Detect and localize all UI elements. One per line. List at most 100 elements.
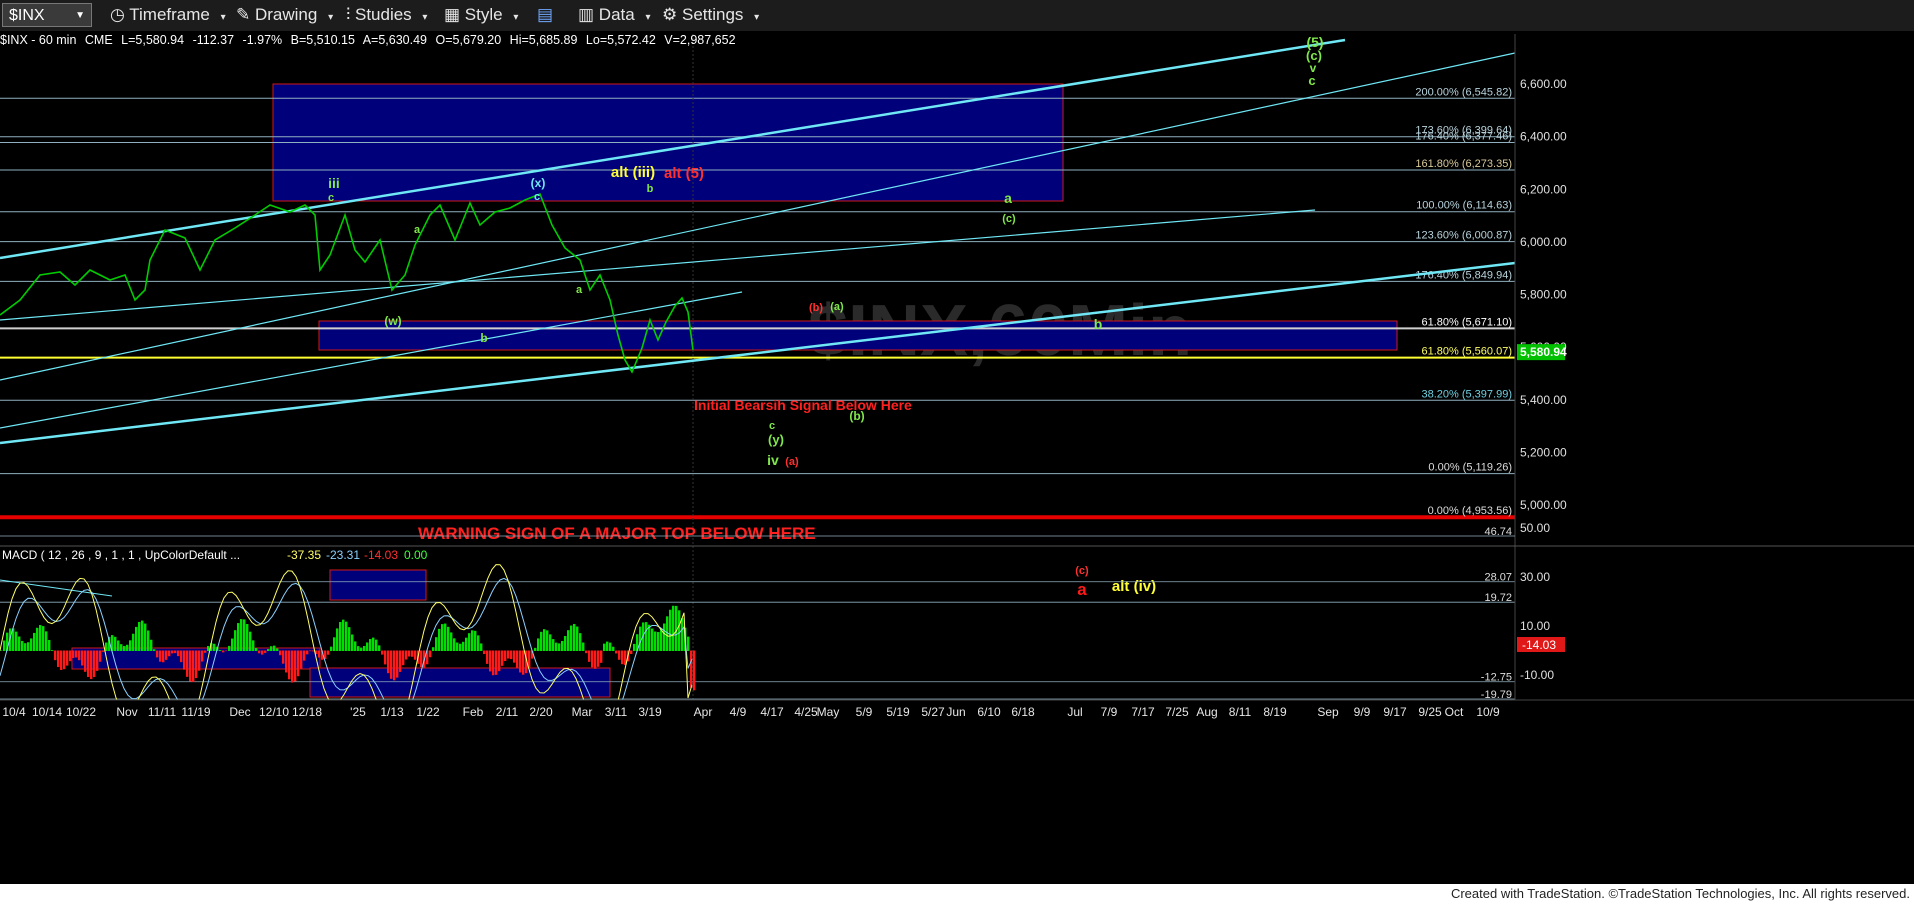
macd-histogram-bar: [339, 622, 342, 651]
macd-histogram-bar: [63, 650, 66, 670]
macd-histogram-bar: [42, 626, 45, 651]
macd-histogram-bar: [459, 643, 462, 651]
macd-histogram-bar: [93, 650, 96, 678]
footer-text: Created with TradeStation. ©TradeStation…: [1450, 886, 1910, 901]
time-tick: 7/17: [1131, 705, 1155, 719]
macd-histogram-bar: [594, 650, 597, 669]
macd-histogram-bar: [468, 633, 471, 651]
settings-menu[interactable]: ⚙ Settings ▾: [662, 4, 759, 26]
drawing-label: Drawing: [254, 5, 318, 24]
macd-histogram-bar: [297, 650, 300, 677]
macd-histogram-bar: [606, 641, 609, 651]
macd-histogram-bar: [159, 650, 162, 662]
macd-histogram-bar: [147, 630, 150, 651]
macd-histogram-bar: [651, 628, 654, 651]
time-tick: Dec: [229, 705, 250, 719]
macd-histogram-bar: [405, 650, 408, 660]
macd-histogram-bar: [381, 650, 384, 655]
macd-histogram-bar: [276, 648, 279, 651]
macd-histogram-bar: [420, 650, 423, 668]
macd-histogram-bar: [372, 637, 375, 651]
macd-histogram-bar: [693, 650, 696, 691]
price-chart[interactable]: $INX,60Min 200.00% (6,545.82)173.60% (6,…: [0, 31, 1914, 884]
time-tick: 9/9: [1354, 705, 1371, 719]
price-tick: 5,200.00: [1520, 445, 1567, 459]
chevron-down-icon: ▾: [220, 12, 226, 23]
macd-histogram-bar: [585, 650, 588, 654]
layout-icon: ▤: [537, 5, 554, 24]
studies-menu[interactable]: ⫶ Studies ▾: [346, 4, 427, 26]
chevron-down-icon: ▾: [328, 12, 334, 23]
macd-histogram-bar: [366, 642, 369, 651]
macd-histogram-bar: [396, 650, 399, 678]
macd-histogram-bar: [129, 640, 132, 651]
drawing-menu[interactable]: ✎ Drawing ▾: [236, 4, 333, 26]
fib-label: 123.60% (6,000.87): [1415, 230, 1512, 242]
macd-title: MACD ( 12 , 26 , 9 , 1 , 1 , UpColorDefa…: [2, 548, 240, 562]
macd-histogram-bar: [660, 629, 663, 651]
time-tick: 11/19: [181, 705, 210, 719]
macd-histogram-bar: [552, 639, 555, 651]
macd-histogram-bar: [441, 624, 444, 651]
price-tick: 6,600.00: [1520, 77, 1567, 91]
symbol-selector[interactable]: $INX ▼: [2, 3, 92, 27]
macd-histogram-bar: [156, 650, 159, 658]
macd-axis-tick: -10.00: [1520, 668, 1554, 682]
timeframe-label: Timeframe: [129, 5, 210, 24]
macd-histogram-bar: [549, 634, 552, 651]
wave-label: b: [1094, 316, 1103, 332]
macd-histogram-bar: [81, 650, 84, 666]
macd-level-label: 46.74: [1484, 526, 1512, 538]
wave-label: (c): [1002, 213, 1016, 225]
macd-histogram-bar: [687, 636, 690, 651]
macd-histogram-bar: [75, 650, 78, 658]
macd-last-label: -14.03: [1522, 638, 1556, 652]
macd-histogram-bar: [18, 636, 21, 651]
macd-histogram-bar: [480, 643, 483, 651]
style-menu[interactable]: ▦ Style ▾: [444, 4, 518, 26]
macd-histogram-bar: [465, 637, 468, 651]
macd-histogram-bar: [483, 650, 486, 655]
macd-value: -37.35: [287, 548, 321, 562]
macd-histogram-bar: [345, 621, 348, 651]
macd-histogram-bar: [21, 640, 24, 651]
data-menu[interactable]: ▥ Data ▾: [578, 4, 650, 26]
macd-histogram-bar: [174, 650, 177, 654]
time-axis[interactable]: 10/4 10/14 10/22 Nov 11/11 11/19 Dec 12/10 12/18…: [0, 699, 1914, 884]
macd-histogram-bar: [165, 650, 168, 660]
wave-label: alt (iv): [1112, 578, 1156, 595]
info-open: O=5,679.20: [435, 33, 502, 47]
time-tick: Nov: [116, 705, 137, 719]
macd-histogram-bar: [474, 630, 477, 651]
symbol-value: $INX: [9, 7, 45, 24]
macd-histogram-bar: [279, 650, 282, 656]
macd-histogram-bar: [378, 645, 381, 651]
time-tick: Oct: [1445, 705, 1464, 719]
macd-histogram-bar: [504, 650, 507, 662]
macd-histogram-bar: [495, 650, 498, 675]
wave-label: b: [647, 183, 654, 195]
wave-label: iv: [767, 452, 779, 468]
macd-histogram-bar: [576, 626, 579, 651]
wave-label: c: [769, 420, 775, 432]
macd-histogram-bar: [540, 631, 543, 651]
macd-histogram-bar: [261, 650, 264, 655]
macd-histogram-bar: [87, 650, 90, 677]
time-tick: 3/19: [638, 705, 662, 719]
macd-histogram-bar: [351, 634, 354, 651]
macd-level-label: -19.79: [1481, 689, 1512, 701]
macd-histogram-bar: [354, 641, 357, 651]
macd-histogram-bar: [231, 638, 234, 651]
layout-button[interactable]: ▤: [537, 4, 553, 26]
macd-histogram-bar: [681, 618, 684, 651]
macd-histogram-bar: [471, 630, 474, 651]
macd-histogram-bar: [555, 642, 558, 651]
macd-histogram-bar: [564, 636, 567, 651]
macd-histogram-bar: [657, 632, 660, 651]
macd-histogram-bar: [30, 638, 33, 651]
fib-label: 176.40% (6,377.46): [1415, 131, 1512, 143]
timeframe-menu[interactable]: ◷ Timeframe ▾: [110, 4, 226, 26]
macd-histogram-bar: [300, 650, 303, 669]
macd-histogram-bar: [243, 619, 246, 651]
macd-histogram-bar: [591, 650, 594, 668]
